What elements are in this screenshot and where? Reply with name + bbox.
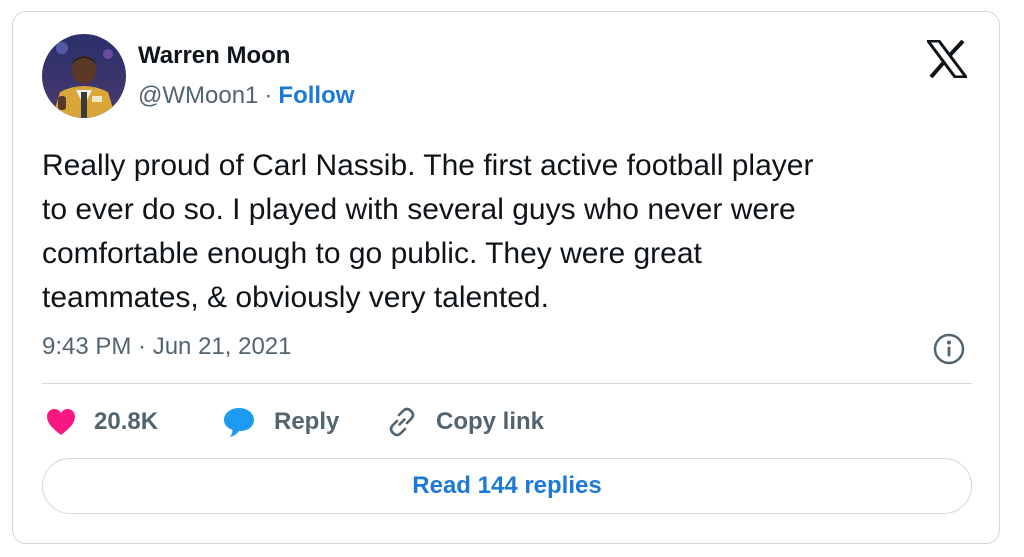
author-name[interactable]: Warren Moon xyxy=(138,42,290,70)
speech-bubble-icon xyxy=(224,408,254,437)
tweet-card: Warren Moon @WMoon1 · Follow Really proud … xyxy=(12,11,1000,544)
author-handle-row: @WMoon1 · Follow xyxy=(138,82,354,110)
tweet-timestamp[interactable]: 9:43 PM · Jun 21, 2021 xyxy=(42,333,292,361)
follow-button[interactable]: Follow xyxy=(278,82,354,109)
reply-label: Reply xyxy=(274,408,340,435)
link-icon xyxy=(389,407,415,437)
read-replies-button[interactable]: Read 144 replies xyxy=(42,458,972,514)
tweet-text-line: comfortable enough to go public. They we… xyxy=(42,237,702,270)
avatar[interactable] xyxy=(42,34,126,118)
tweet-text-line: to ever do so. I played with several guy… xyxy=(42,193,796,226)
like-button[interactable]: 20.8K xyxy=(46,404,158,440)
reply-button[interactable]: Reply xyxy=(222,404,339,440)
heart-icon xyxy=(47,409,75,435)
copy-link-button[interactable]: Copy link xyxy=(386,404,544,440)
copy-link-label: Copy link xyxy=(436,408,545,435)
tweet-text-line: Really proud of Carl Nassib. The first a… xyxy=(42,149,814,182)
x-logo-icon[interactable] xyxy=(927,40,967,78)
avatar-image xyxy=(42,34,126,118)
divider xyxy=(42,383,972,384)
separator-dot: · xyxy=(264,82,273,109)
like-count: 20.8K xyxy=(94,408,159,435)
tweet-text: Really proud of Carl Nassib. The first a… xyxy=(42,144,982,320)
author-handle[interactable]: @WMoon1 xyxy=(138,82,258,109)
info-icon[interactable] xyxy=(932,332,966,366)
tweet-text-line: teammates, & obviously very talented. xyxy=(42,281,549,314)
